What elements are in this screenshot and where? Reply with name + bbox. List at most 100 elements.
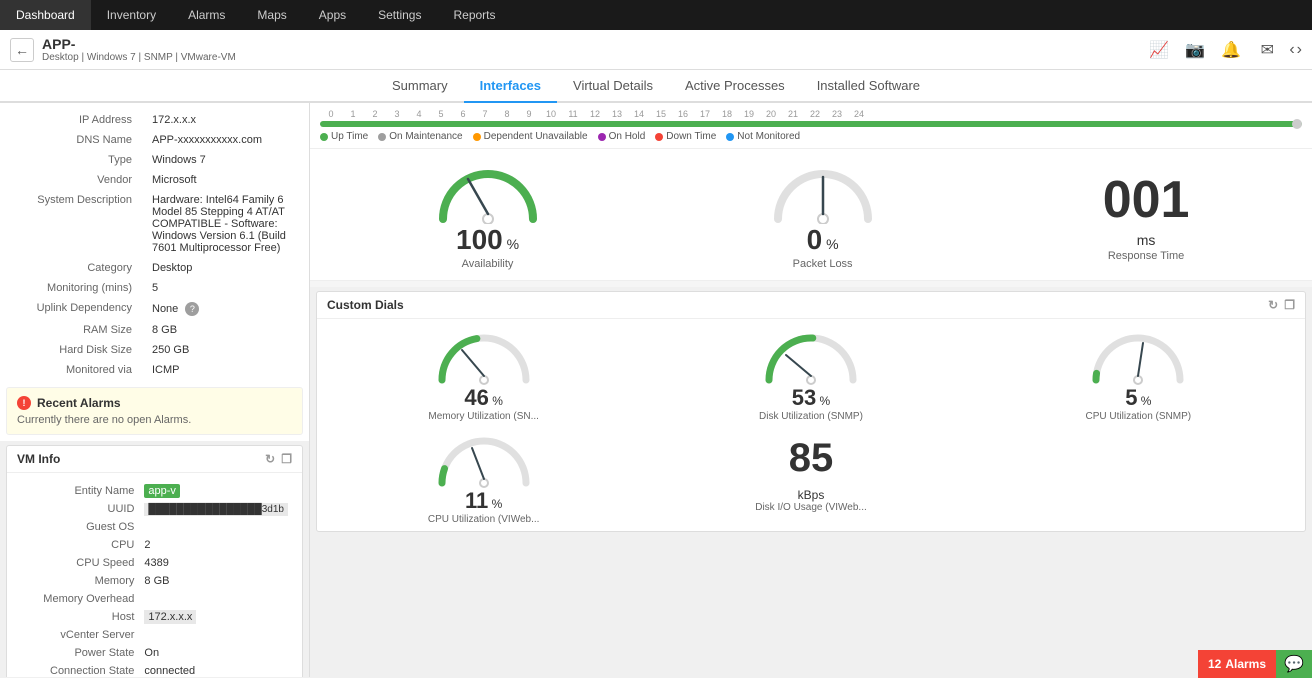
legend-onhold: On Hold bbox=[598, 131, 646, 142]
vm-info-section: VM Info ↻ ❐ Entity Name app-v UUID bbox=[0, 441, 309, 677]
nav-reports[interactable]: Reports bbox=[437, 0, 511, 30]
alarm-dot-icon: ! bbox=[17, 396, 31, 410]
dials-grid: 46 % Memory Utilization (SN... bbox=[317, 319, 1305, 531]
cpu-speed-label: CPU Speed bbox=[17, 555, 138, 571]
downtime-dot bbox=[655, 133, 663, 141]
hour-18: 18 bbox=[716, 109, 738, 119]
bell-icon[interactable]: 🔔 bbox=[1217, 36, 1245, 64]
app-name: APP- bbox=[42, 36, 236, 52]
status-bar: 12 Alarms 💬 bbox=[1198, 650, 1312, 678]
alarms-count: 12 bbox=[1208, 657, 1221, 671]
tab-active-processes[interactable]: Active Processes bbox=[669, 70, 801, 103]
dns-name-label: DNS Name bbox=[2, 131, 142, 149]
timeline-end-dot bbox=[1292, 119, 1302, 129]
mail-icon[interactable]: ✉ bbox=[1253, 36, 1281, 64]
custom-dials-refresh-icon[interactable]: ↻ bbox=[1268, 298, 1278, 312]
ip-address-label: IP Address bbox=[2, 111, 142, 129]
image-icon[interactable]: 📷 bbox=[1181, 36, 1209, 64]
memory-row: Memory 8 GB bbox=[17, 573, 292, 589]
tabs-bar: Summary Interfaces Virtual Details Activ… bbox=[0, 70, 1312, 103]
memory-utilization-dial: 46 % Memory Utilization (SN... bbox=[323, 325, 644, 422]
tab-installed-software[interactable]: Installed Software bbox=[801, 70, 936, 103]
timeline-numbers: 0 1 2 3 4 5 6 7 8 9 10 11 12 13 14 15 16… bbox=[320, 109, 1302, 121]
right-panel: 0 1 2 3 4 5 6 7 8 9 10 11 12 13 14 15 16… bbox=[310, 103, 1312, 677]
alarms-label: Alarms bbox=[1225, 657, 1266, 671]
category-row: Category Desktop bbox=[2, 259, 307, 277]
next-arrow[interactable]: › bbox=[1297, 41, 1302, 59]
guest-os-row: Guest OS bbox=[17, 519, 292, 535]
availability-gauge-svg bbox=[433, 159, 543, 224]
disk-util-value: 53 % bbox=[650, 385, 971, 411]
power-state-value: On bbox=[140, 645, 292, 661]
left-panel: IP Address 172.x.x.x DNS Name APP-xxxxxx… bbox=[0, 103, 310, 677]
dns-name-row: DNS Name APP-xxxxxxxxxxx.com bbox=[2, 131, 307, 149]
cpu-snmp-label: CPU Utilization (SNMP) bbox=[978, 411, 1299, 422]
alarms-status-button[interactable]: 12 Alarms bbox=[1198, 650, 1276, 678]
main-content: IP Address 172.x.x.x DNS Name APP-xxxxxx… bbox=[0, 103, 1312, 677]
vcenter-label: vCenter Server bbox=[17, 627, 138, 643]
chart-icon[interactable]: 📈 bbox=[1145, 36, 1173, 64]
uplink-row: Uplink Dependency None ? bbox=[2, 299, 307, 319]
hour-0: 0 bbox=[320, 109, 342, 119]
disk-io-display: 85 bbox=[650, 428, 971, 488]
tab-summary[interactable]: Summary bbox=[376, 70, 464, 103]
downtime-label: Down Time bbox=[666, 131, 716, 142]
help-icon[interactable]: ? bbox=[185, 302, 199, 316]
hour-15: 15 bbox=[650, 109, 672, 119]
legend-maintenance: On Maintenance bbox=[378, 131, 462, 142]
hour-17: 17 bbox=[694, 109, 716, 119]
hour-22: 22 bbox=[804, 109, 826, 119]
hour-2: 2 bbox=[364, 109, 386, 119]
disk-io-value: 85 bbox=[789, 436, 834, 481]
monitoring-label: Monitoring (mins) bbox=[2, 279, 142, 297]
nav-alarms[interactable]: Alarms bbox=[172, 0, 241, 30]
vcenter-row: vCenter Server bbox=[17, 627, 292, 643]
custom-dials-title: Custom Dials bbox=[327, 298, 404, 312]
uuid-label: UUID bbox=[17, 501, 138, 517]
cpu-viweb-label: CPU Utilization (VIWeb... bbox=[323, 514, 644, 525]
ram-row: RAM Size 8 GB bbox=[2, 321, 307, 339]
cpu-viweb-dial-svg bbox=[434, 428, 534, 488]
recent-alarms: ! Recent Alarms Currently there are no o… bbox=[6, 387, 303, 435]
hour-14: 14 bbox=[628, 109, 650, 119]
nav-inventory[interactable]: Inventory bbox=[91, 0, 172, 30]
custom-dials-expand-icon[interactable]: ❐ bbox=[1284, 298, 1295, 312]
uptime-label: Up Time bbox=[331, 131, 368, 142]
back-button[interactable]: ← bbox=[10, 38, 34, 62]
timeline-legend: Up Time On Maintenance Dependent Unavail… bbox=[320, 131, 1302, 142]
host-value: 172.x.x.x bbox=[140, 609, 292, 625]
guest-os-label: Guest OS bbox=[17, 519, 138, 535]
monitored-via-label: Monitored via bbox=[2, 361, 142, 379]
title-area: APP- Desktop | Windows 7 | SNMP | VMware… bbox=[42, 36, 236, 63]
vcenter-value bbox=[140, 627, 292, 643]
harddisk-row: Hard Disk Size 250 GB bbox=[2, 341, 307, 359]
chat-icon: 💬 bbox=[1284, 654, 1304, 674]
tab-interfaces[interactable]: Interfaces bbox=[464, 70, 557, 103]
nav-apps[interactable]: Apps bbox=[303, 0, 362, 30]
hour-10: 10 bbox=[540, 109, 562, 119]
uplink-label: Uplink Dependency bbox=[2, 299, 142, 319]
chat-button[interactable]: 💬 bbox=[1276, 650, 1312, 678]
hour-13: 13 bbox=[606, 109, 628, 119]
refresh-icon[interactable]: ↻ bbox=[265, 452, 275, 466]
harddisk-label: Hard Disk Size bbox=[2, 341, 142, 359]
legend-notmonitored: Not Monitored bbox=[726, 131, 800, 142]
host-label: Host bbox=[17, 609, 138, 625]
hour-8: 8 bbox=[496, 109, 518, 119]
hour-7: 7 bbox=[474, 109, 496, 119]
guest-os-value bbox=[140, 519, 292, 535]
nav-settings[interactable]: Settings bbox=[362, 0, 437, 30]
tab-virtual-details[interactable]: Virtual Details bbox=[557, 70, 669, 103]
prev-arrow[interactable]: ‹ bbox=[1289, 41, 1294, 59]
packet-loss-gauge: 0 % Packet Loss bbox=[768, 159, 878, 270]
nav-maps[interactable]: Maps bbox=[241, 0, 302, 30]
response-time-label: Response Time bbox=[1103, 250, 1190, 262]
monitoring-row: Monitoring (mins) 5 bbox=[2, 279, 307, 297]
expand-icon[interactable]: ❐ bbox=[281, 452, 292, 466]
breadcrumb: Desktop | Windows 7 | SNMP | VMware-VM bbox=[42, 52, 236, 63]
host-ip: 172.x.x.x bbox=[144, 610, 196, 624]
dns-name-value: APP-xxxxxxxxxxx.com bbox=[144, 131, 307, 149]
connection-state-value: connected bbox=[140, 663, 292, 677]
nav-dashboard[interactable]: Dashboard bbox=[0, 0, 91, 30]
system-description-value: Hardware: Intel64 Family 6 Model 85 Step… bbox=[144, 191, 307, 257]
